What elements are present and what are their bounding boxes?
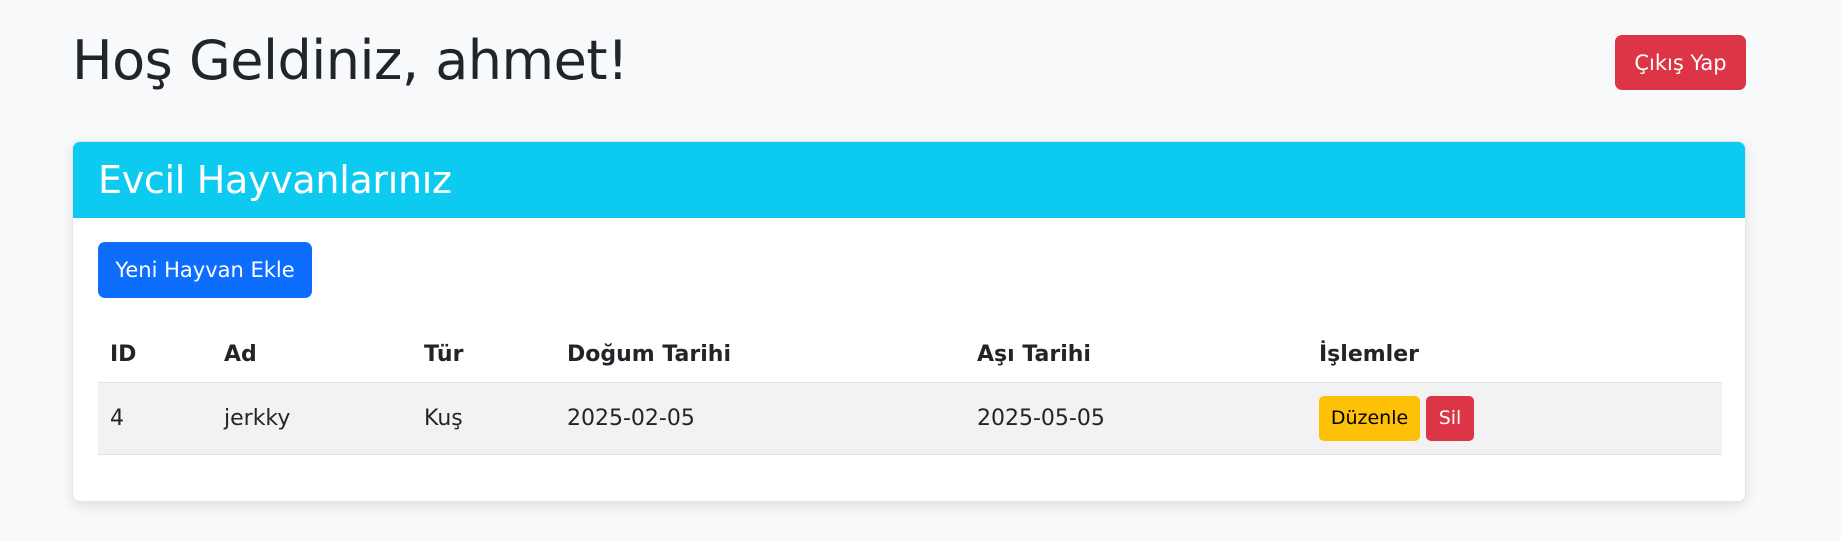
column-header-type: Tür bbox=[412, 328, 555, 383]
card-title: Evcil Hayvanlarınız bbox=[98, 158, 452, 202]
column-header-vaccine-date: Aşı Tarihi bbox=[965, 328, 1307, 383]
dashboard-page: Hoş Geldiniz, ahmet! Çıkış Yap Evcil Hay… bbox=[0, 0, 1841, 541]
row-actions: Düzenle Sil bbox=[1319, 395, 1722, 441]
column-header-name: Ad bbox=[212, 328, 412, 383]
delete-button[interactable]: Sil bbox=[1426, 395, 1474, 441]
cell-name: jerkky bbox=[212, 382, 412, 455]
cell-id: 4 bbox=[98, 382, 212, 455]
column-header-birth-date: Doğum Tarihi bbox=[555, 328, 965, 383]
cell-birth-date: 2025-02-05 bbox=[555, 382, 965, 455]
pets-table: ID Ad Tür Doğum Tarihi Aşı Tarihi İşleml… bbox=[98, 328, 1722, 455]
column-header-id: ID bbox=[98, 328, 212, 383]
table-header-row: ID Ad Tür Doğum Tarihi Aşı Tarihi İşleml… bbox=[98, 328, 1722, 383]
pets-card: Evcil Hayvanlarınız Yeni Hayvan Ekle ID … bbox=[72, 141, 1746, 502]
column-header-actions: İşlemler bbox=[1307, 328, 1722, 383]
card-header: Evcil Hayvanlarınız bbox=[73, 142, 1745, 218]
edit-button[interactable]: Düzenle bbox=[1319, 395, 1420, 441]
table-row: 4 jerkky Kuş 2025-02-05 2025-05-05 Düzen… bbox=[98, 382, 1722, 455]
add-pet-button[interactable]: Yeni Hayvan Ekle bbox=[98, 242, 312, 298]
cell-actions: Düzenle Sil bbox=[1307, 382, 1722, 455]
cell-vaccine-date: 2025-05-05 bbox=[965, 382, 1307, 455]
logout-button[interactable]: Çıkış Yap bbox=[1615, 35, 1746, 90]
cell-type: Kuş bbox=[412, 382, 555, 455]
page-title: Hoş Geldiniz, ahmet! bbox=[72, 29, 629, 92]
